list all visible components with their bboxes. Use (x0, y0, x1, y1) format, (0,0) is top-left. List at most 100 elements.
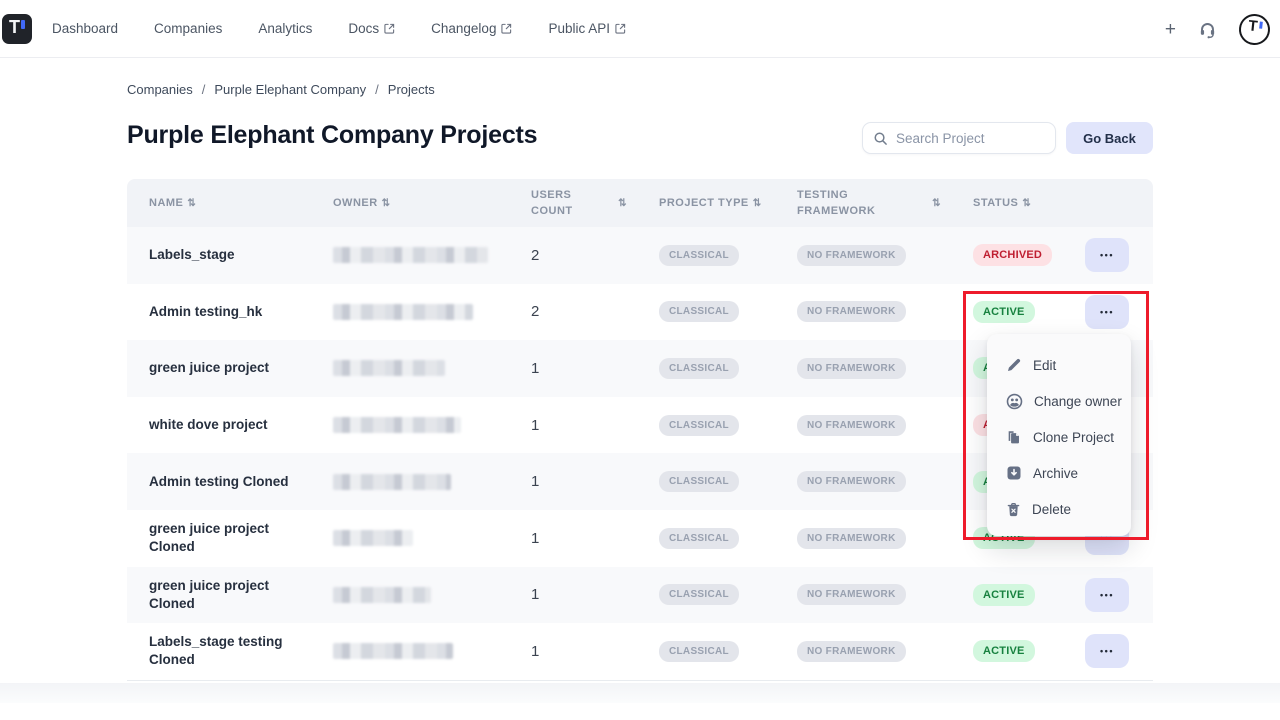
search-input[interactable] (896, 131, 1036, 146)
column-header-status[interactable]: STATUS⇅ (951, 179, 1063, 227)
nav-item-dashboard[interactable]: Dashboard (52, 21, 118, 36)
project-name[interactable]: green juice project (127, 340, 311, 397)
search-box (862, 122, 1056, 154)
project-name[interactable]: white dove project (127, 397, 311, 454)
nav-item-analytics[interactable]: Analytics (258, 21, 312, 36)
footer-band (0, 683, 1280, 703)
project-type-badge: CLASSICAL (659, 471, 739, 492)
nav-label: Public API (548, 21, 610, 36)
project-type-cell: CLASSICAL (637, 510, 775, 567)
owner-cell (311, 227, 509, 284)
breadcrumb-separator: / (375, 82, 379, 97)
column-header-testing-framework[interactable]: TESTING FRAMEWORK⇅ (775, 179, 951, 227)
sort-icon[interactable]: ⇅ (932, 196, 941, 211)
sort-icon[interactable]: ⇅ (187, 196, 196, 211)
menu-item-label: Delete (1032, 502, 1071, 517)
testing-framework-badge: NO FRAMEWORK (797, 528, 906, 549)
users-count: 1 (509, 397, 637, 454)
pencil-icon (1006, 357, 1022, 373)
add-button[interactable]: + (1165, 20, 1176, 39)
project-name[interactable]: green juice project Cloned (127, 567, 311, 624)
go-back-button[interactable]: Go Back (1066, 122, 1153, 154)
project-name[interactable]: green juice project Cloned (127, 510, 311, 567)
project-type-badge: CLASSICAL (659, 245, 739, 266)
row-actions-button[interactable]: ••• (1085, 634, 1129, 668)
breadcrumb-company[interactable]: Purple Elephant Company (214, 82, 366, 97)
breadcrumb-companies[interactable]: Companies (127, 82, 193, 97)
owner-redacted (333, 587, 431, 603)
nav-item-docs[interactable]: Docs (348, 21, 395, 36)
table-row: Labels_stage testing Cloned 1 CLASSICAL … (127, 623, 1153, 680)
sort-icon[interactable]: ⇅ (1022, 196, 1031, 211)
testing-framework-badge: NO FRAMEWORK (797, 471, 906, 492)
nav-item-companies[interactable]: Companies (154, 21, 222, 36)
project-type-cell: CLASSICAL (637, 340, 775, 397)
project-name[interactable]: Labels_stage (127, 227, 311, 284)
actions-cell: ••• (1063, 623, 1153, 680)
status-cell: ACTIVE (951, 567, 1063, 624)
project-type-badge: CLASSICAL (659, 584, 739, 605)
menu-item-delete[interactable]: Delete (987, 491, 1131, 527)
project-name[interactable]: Admin testing Cloned (127, 453, 311, 510)
sort-icon[interactable]: ⇅ (753, 196, 762, 211)
menu-item-change-owner[interactable]: Change owner (987, 383, 1131, 419)
owner-redacted (333, 474, 451, 490)
testing-framework-cell: NO FRAMEWORK (775, 227, 951, 284)
owner-cell (311, 397, 509, 454)
project-name[interactable]: Labels_stage testing Cloned (127, 623, 311, 680)
row-actions-button[interactable]: ••• (1085, 238, 1129, 272)
row-actions-button[interactable]: ••• (1085, 295, 1129, 329)
support-icon[interactable] (1198, 20, 1217, 39)
status-badge: ACTIVE (973, 640, 1035, 662)
users-count: 2 (509, 284, 637, 341)
row-actions-button[interactable]: ••• (1085, 578, 1129, 612)
testing-framework-cell: NO FRAMEWORK (775, 284, 951, 341)
owner-cell (311, 567, 509, 624)
users-count: 1 (509, 340, 637, 397)
testing-framework-cell: NO FRAMEWORK (775, 397, 951, 454)
actions-cell: ••• (1063, 284, 1153, 341)
nav-item-public-api[interactable]: Public API (548, 21, 626, 36)
sort-icon[interactable]: ⇅ (618, 196, 627, 211)
column-header-owner[interactable]: OWNER⇅ (311, 179, 509, 227)
project-type-badge: CLASSICAL (659, 641, 739, 662)
users-count: 1 (509, 567, 637, 624)
brand-logo[interactable]: T (2, 14, 32, 44)
external-link-icon (615, 23, 626, 34)
archive-icon (1006, 465, 1022, 481)
nav-label: Docs (348, 21, 379, 36)
owner-redacted (333, 643, 453, 659)
actions-cell: ••• (1063, 227, 1153, 284)
status-badge: ARCHIVED (973, 244, 1052, 266)
breadcrumb-projects[interactable]: Projects (388, 82, 435, 97)
status-badge: ACTIVE (973, 301, 1035, 323)
project-type-badge: CLASSICAL (659, 528, 739, 549)
menu-item-archive[interactable]: Archive (987, 455, 1131, 491)
owner-redacted (333, 530, 413, 546)
nav-item-changelog[interactable]: Changelog (431, 21, 512, 36)
owner-redacted (333, 247, 488, 263)
project-type-cell: CLASSICAL (637, 284, 775, 341)
nav-label: Dashboard (52, 21, 118, 36)
table-row: green juice project Cloned 1 CLASSICAL N… (127, 567, 1153, 624)
user-avatar[interactable]: T (1237, 12, 1271, 46)
table-row: Admin testing_hk 2 CLASSICAL NO FRAMEWOR… (127, 284, 1153, 341)
menu-item-label: Change owner (1034, 394, 1122, 409)
column-header-users-count[interactable]: USERS COUNT⇅ (509, 179, 637, 227)
actions-cell: ••• (1063, 567, 1153, 624)
users-count: 1 (509, 510, 637, 567)
project-type-cell: CLASSICAL (637, 227, 775, 284)
owner-redacted (333, 304, 473, 320)
menu-item-edit[interactable]: Edit (987, 347, 1131, 383)
column-header-project-type[interactable]: PROJECT TYPE⇅ (637, 179, 775, 227)
menu-item-clone-project[interactable]: Clone Project (987, 419, 1131, 455)
project-name[interactable]: Admin testing_hk (127, 284, 311, 341)
external-link-icon (501, 23, 512, 34)
owner-cell (311, 340, 509, 397)
sort-icon[interactable]: ⇅ (382, 196, 391, 211)
nav-label: Companies (154, 21, 222, 36)
users-count: 1 (509, 623, 637, 680)
nav-label: Changelog (431, 21, 496, 36)
table-header: NAME⇅ OWNER⇅ USERS COUNT⇅ PROJECT TYPE⇅ … (127, 179, 1153, 227)
column-header-name[interactable]: NAME⇅ (127, 179, 311, 227)
